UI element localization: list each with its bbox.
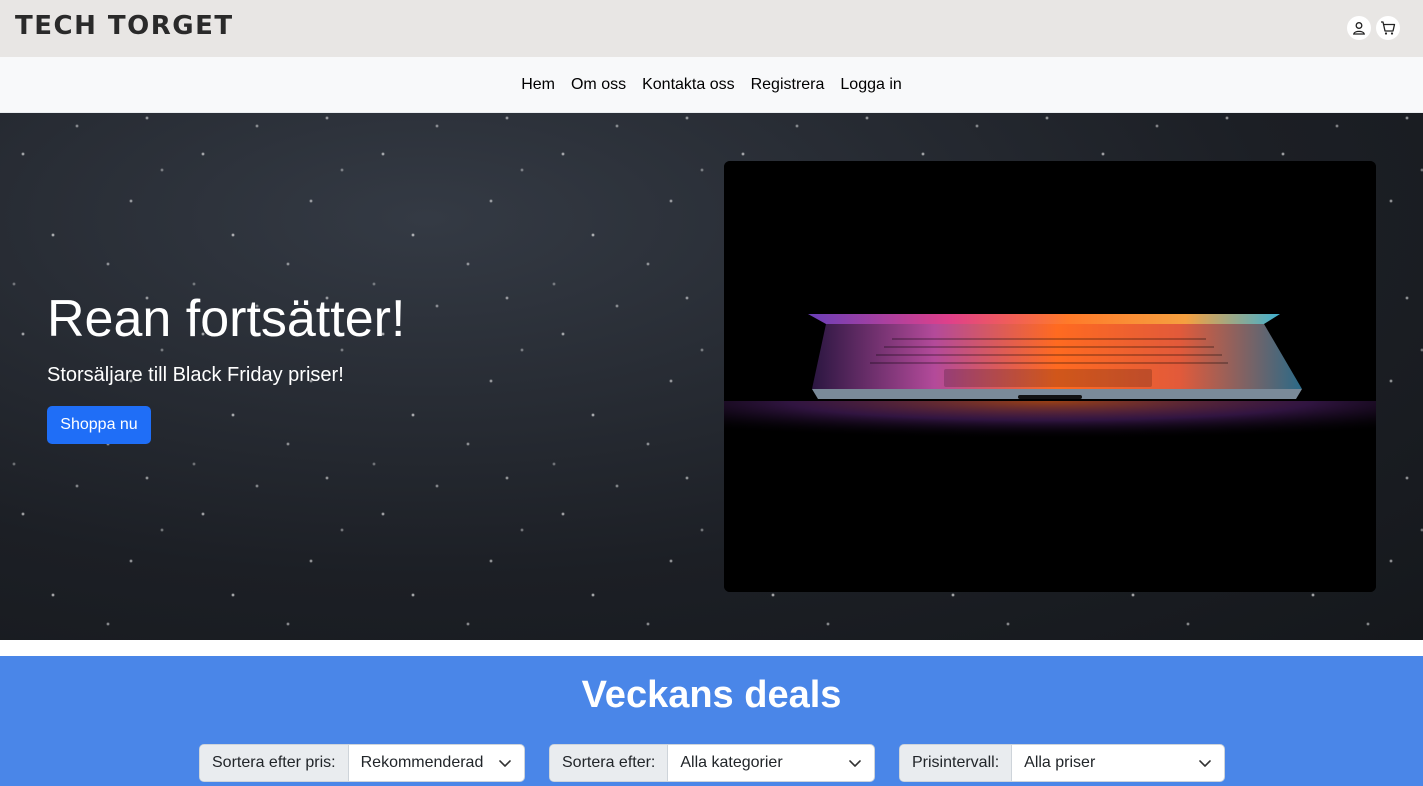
- chevron-down-icon: [499, 760, 511, 767]
- sort-price-value: Rekommenderad: [360, 754, 484, 771]
- price-range-filter: Prisintervall: Alla priser: [899, 744, 1225, 782]
- sort-by-price-filter: Sortera efter pris: Rekommenderad: [199, 744, 525, 782]
- nav-link-om-oss[interactable]: Om oss: [571, 76, 626, 94]
- cart-icon[interactable]: [1376, 16, 1400, 40]
- sort-category-select[interactable]: Alla kategorier: [668, 745, 874, 781]
- weekly-deals-section: Veckans deals Sortera efter pris: Rekomm…: [0, 656, 1423, 786]
- nav-link-registrera[interactable]: Registrera: [751, 76, 825, 94]
- price-range-value: Alla priser: [1024, 754, 1096, 771]
- sort-by-category-filter: Sortera efter: Alla kategorier: [549, 744, 875, 782]
- top-header: TECH TORGET: [0, 0, 1423, 57]
- laptop-image: [724, 161, 1376, 592]
- sort-price-label: Sortera efter pris:: [200, 745, 349, 781]
- chevron-down-icon: [849, 760, 861, 767]
- nav-link-hem[interactable]: Hem: [521, 76, 555, 94]
- shop-now-button[interactable]: Shoppa nu: [47, 406, 151, 444]
- price-range-select[interactable]: Alla priser: [1012, 745, 1224, 781]
- user-icon[interactable]: [1347, 16, 1371, 40]
- nav-link-logga-in[interactable]: Logga in: [840, 76, 901, 94]
- price-range-label: Prisintervall:: [900, 745, 1013, 781]
- site-logo[interactable]: TECH TORGET: [15, 11, 234, 41]
- sort-category-value: Alla kategorier: [680, 754, 783, 771]
- hero-title: Rean fortsätter!: [47, 290, 406, 348]
- hero-banner: Rean fortsätter! Storsäljare till Black …: [0, 113, 1423, 640]
- sort-price-select[interactable]: Rekommenderad: [349, 745, 524, 781]
- nav-link-kontakta-oss[interactable]: Kontakta oss: [642, 76, 735, 94]
- deals-title: Veckans deals: [581, 674, 842, 716]
- main-navbar: Hem Om oss Kontakta oss Registrera Logga…: [0, 57, 1423, 113]
- hero-subtitle: Storsäljare till Black Friday priser!: [47, 364, 344, 386]
- sort-category-label: Sortera efter:: [550, 745, 669, 781]
- chevron-down-icon: [1199, 760, 1211, 767]
- nav-links: Hem Om oss Kontakta oss Registrera Logga…: [0, 57, 1423, 113]
- section-divider: [0, 640, 1423, 656]
